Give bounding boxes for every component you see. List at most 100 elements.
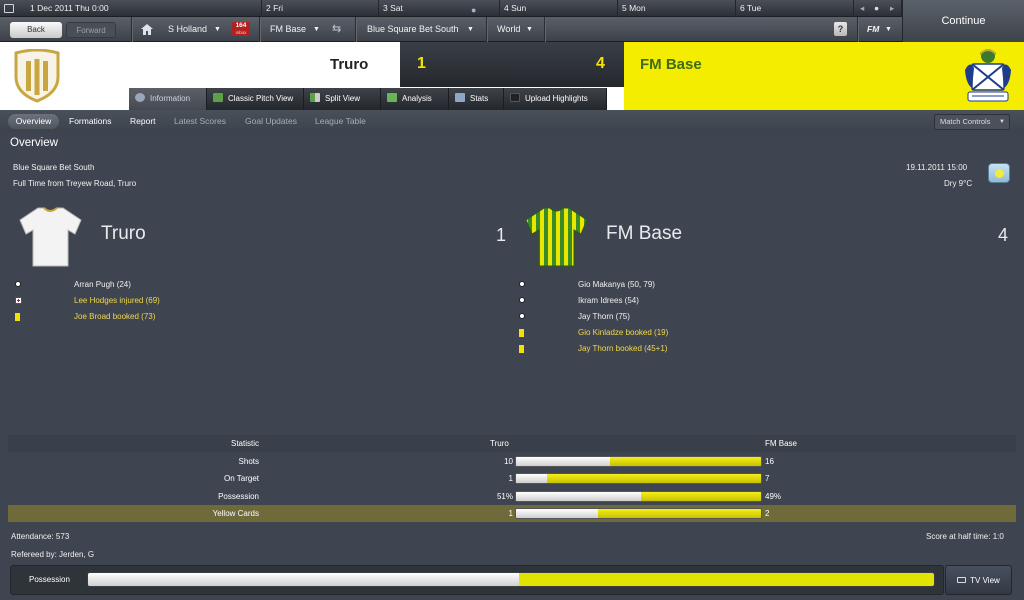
tv-view-button[interactable]: TV View [945,565,1012,595]
calendar-day-label: 4 Sun [504,3,527,13]
stat-home-value: 1 [508,474,513,483]
stats-table: Statistic Truro FM Base Shots 10 16 On Targ… [8,435,1016,523]
stats-row: Yellow Cards 1 2 [8,505,1016,522]
away-team-name: FM Base [640,56,702,73]
subnav-overview[interactable]: Overview [8,114,59,129]
stat-home-value: 1 [508,509,513,518]
tab-label: Analysis [402,94,432,103]
stats-header-home: Truro [490,439,509,448]
calendar-day[interactable]: 4 Sun [500,0,618,17]
tab-label: Split View [325,94,360,103]
calendar-nav[interactable]: ◂ ● ▸ [854,0,902,17]
analysis-icon [387,93,397,102]
calendar-time: Thu 0:00 [75,3,109,13]
club-menu[interactable]: FM Base [270,17,306,42]
chevron-down-icon[interactable]: ▼ [885,17,892,42]
yellow-card-icon [519,345,524,353]
fm-menu[interactable]: FM [867,17,879,42]
chevron-down-icon[interactable]: ▼ [214,17,221,42]
tab-information[interactable]: Information [129,88,207,110]
subnav-report[interactable]: Report [130,114,156,129]
stat-label: On Target [224,474,259,483]
help-button[interactable]: ? [834,22,847,36]
tv-view-label: TV View [970,576,1000,585]
match-venue: Full Time from Treyew Road, Truro [13,179,137,188]
home-team-score: 1 [496,225,507,245]
match-date: 19.11.2011 15:00 [906,163,968,172]
away-event-text: Gio Makanya (50, 79) [578,280,655,289]
calendar-prev-icon[interactable]: ◂ [860,0,864,17]
tab-analysis[interactable]: Analysis [381,88,449,110]
injury-icon [15,297,22,304]
tab-split-view[interactable]: Split View [304,88,381,110]
stat-bar [515,508,762,519]
away-event-text: Jay Thorn (75) [578,312,630,321]
yellow-card-icon [15,313,20,321]
sun-icon [988,163,1010,183]
calendar-strip: 1 Dec 2011 Thu 0:00 2 Fri 3 Sat ● 4 Sun 5… [0,0,1024,17]
tab-classic-pitch-view[interactable]: Classic Pitch View [207,88,304,110]
calendar-next-icon[interactable]: ▸ [890,0,894,17]
tab-stats[interactable]: Stats [449,88,504,110]
away-event-text: Ikram Idrees (54) [578,296,639,305]
split-view-icon [310,93,320,102]
home-event-text: Joe Broad booked (73) [74,312,156,321]
calendar-day-label: 2 Fri [266,3,283,13]
stat-label: Shots [238,456,259,466]
calendar-day[interactable]: 2 Fri [262,0,379,17]
manager-menu[interactable]: S Holland [168,17,207,42]
away-team-title: FM Base [606,223,683,244]
calendar-date: 1 Dec 2011 [30,3,73,13]
home-club-crest [12,48,62,103]
stat-bar-home [516,491,641,501]
calendar-day-label: 3 Sat [383,3,403,13]
subnav-league-table[interactable]: League Table [315,114,366,129]
stats-icon [455,93,465,102]
world-menu[interactable]: World [497,17,520,42]
home-event-text: Lee Hodges injured (69) [74,296,160,305]
tab-label: Information [150,94,191,103]
stat-away-value: 16 [765,456,774,466]
navigation-bar: Back Forward S Holland ▼ 164 inbox FM Ba… [0,17,1024,42]
subnav-goal-updates[interactable]: Goal Updates [245,114,297,129]
chevron-down-icon[interactable]: ▼ [313,17,320,42]
halftime-score: Score at half time: 1:0 [926,532,1004,541]
forward-button[interactable]: Forward [66,22,116,38]
match-controls-dropdown[interactable]: Match Controls ▼ [934,114,1010,130]
stats-row: Shots 10 16 [8,453,1016,470]
stat-bar-home [516,456,611,466]
goal-icon [15,281,21,287]
tab-upload-highlights[interactable]: Upload Highlights [504,88,607,110]
goal-icon [519,313,525,319]
away-event-text: Jay Thorn booked (45+1) [578,344,668,353]
away-shirt-icon [524,206,589,268]
home-icon[interactable] [141,24,153,35]
tab-label: Stats [470,94,489,103]
continue-button[interactable]: Continue [902,0,1024,42]
back-button[interactable]: Back [10,22,62,38]
tab-label: Upload Highlights [525,94,588,103]
pitch-icon [213,93,223,102]
league-menu[interactable]: Blue Square Bet South [367,17,459,42]
calendar-day[interactable]: 3 Sat ● [379,0,500,17]
stat-away-value: 2 [765,509,770,518]
home-score: 1 [417,55,426,72]
away-team-score: 4 [998,225,1009,245]
home-event-text: Arran Pugh (24) [74,280,131,289]
stat-label: Yellow Cards [212,509,259,518]
chevron-down-icon[interactable]: ▼ [467,17,474,42]
subnav-latest-scores[interactable]: Latest Scores [174,114,226,129]
calendar-day[interactable]: 6 Tue [736,0,854,17]
stat-bar [515,490,762,502]
section-title: Overview [10,137,58,149]
inbox-badge[interactable]: 164 inbox [232,22,250,36]
chevron-down-icon[interactable]: ▼ [526,17,533,42]
tab-label: Classic Pitch View [228,94,294,103]
calendar-today-icon[interactable]: ● [874,0,879,17]
calendar-day[interactable]: 5 Mon [618,0,736,17]
calendar-day-label: 6 Tue [740,3,762,13]
subnav-formations[interactable]: Formations [69,114,112,129]
swap-icon[interactable]: ⇆ [332,17,341,42]
goal-icon [519,281,525,287]
calendar-current-day[interactable]: 1 Dec 2011 Thu 0:00 [0,0,262,17]
